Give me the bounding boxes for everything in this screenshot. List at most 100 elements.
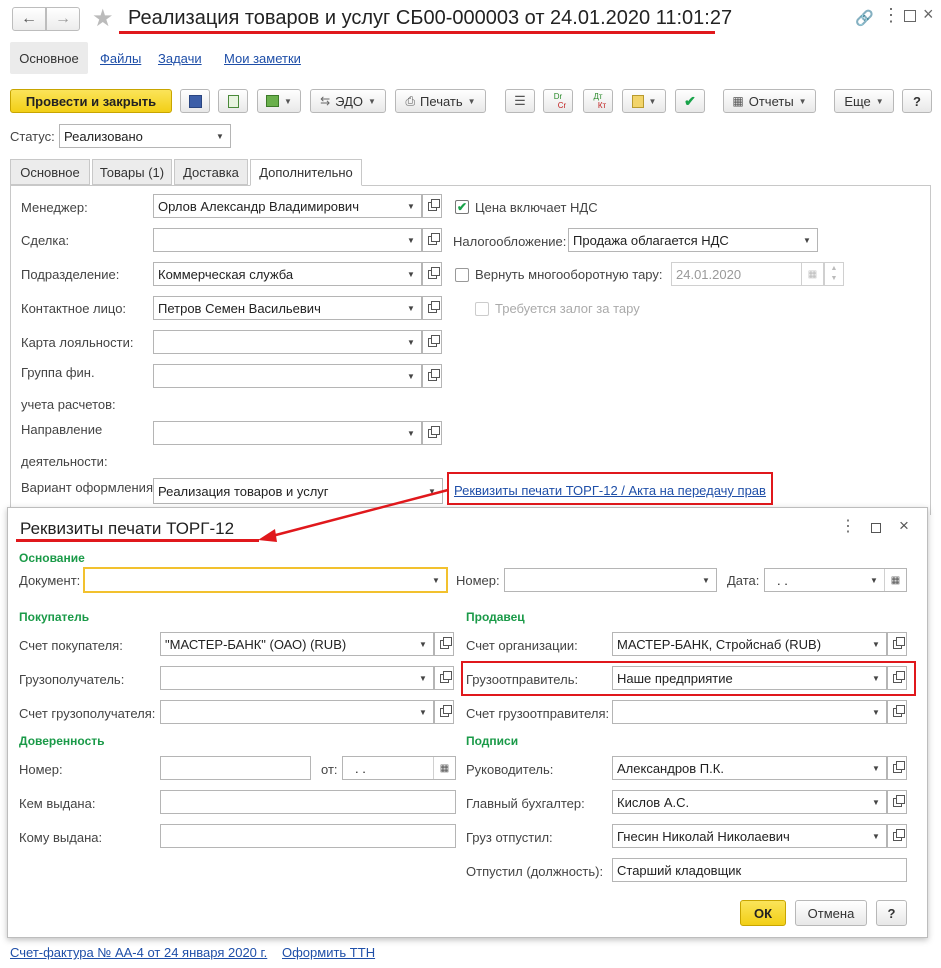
released-field[interactable]: Гнесин Николай Николаевич ▼ xyxy=(612,824,887,848)
doc-field[interactable]: ▼ xyxy=(83,567,448,593)
approve-button[interactable]: ✔ xyxy=(675,89,705,113)
torg-requisites-link[interactable]: Реквизиты печати ТОРГ-12 / Акта на перед… xyxy=(454,483,766,498)
contact-field[interactable]: Петров Семен Васильевич ▼ xyxy=(153,296,422,320)
calendar-icon[interactable]: ▦ xyxy=(433,757,455,779)
cancel-button[interactable]: Отмена xyxy=(795,900,867,926)
status-select[interactable]: Реализовано ▼ xyxy=(59,124,231,148)
head-open-button[interactable] xyxy=(887,756,907,780)
shipper-account-open-button[interactable] xyxy=(887,700,907,724)
kebab-menu-icon[interactable]: ⋮ xyxy=(882,5,900,26)
deposit-checkbox[interactable] xyxy=(475,302,489,316)
variant-select[interactable]: Реализация товаров и услуг ▼ xyxy=(153,478,443,504)
shipper-field[interactable]: Наше предприятие ▼ xyxy=(612,666,887,690)
issued-by-field[interactable] xyxy=(160,790,456,814)
dept-field[interactable]: Коммерческая служба ▼ xyxy=(153,262,422,286)
postings-button[interactable]: Дт Кт xyxy=(583,89,613,113)
dialog-kebab-icon[interactable]: ⋮ xyxy=(840,516,856,536)
post-button[interactable] xyxy=(218,89,248,113)
tab-main[interactable]: Основное xyxy=(10,159,90,185)
dt-kt-button[interactable]: Dr Cr xyxy=(543,89,573,113)
more-label: Еще xyxy=(844,93,871,109)
dialog-help-button[interactable]: ? xyxy=(876,900,907,926)
attachment-icon xyxy=(631,94,644,108)
link-icon[interactable]: 🔗 xyxy=(855,9,874,27)
tab-additional[interactable]: Дополнительно xyxy=(250,159,362,186)
org-account-open-button[interactable] xyxy=(887,632,907,656)
edo-button[interactable]: ⇆ ЭДО ▼ xyxy=(310,89,386,113)
attach-button[interactable]: ▼ xyxy=(622,89,666,113)
direction-field[interactable]: ▼ xyxy=(153,421,422,445)
issued-to-field[interactable] xyxy=(160,824,456,848)
save-button[interactable] xyxy=(180,89,210,113)
calendar-icon: ▦ xyxy=(801,263,823,285)
date-spinner[interactable]: ▲ ▼ xyxy=(824,262,844,286)
return-date-field[interactable]: 24.01.2020 ▦ xyxy=(671,262,824,286)
vat-included-checkbox[interactable]: ✔ xyxy=(455,200,469,214)
proxy-num-field[interactable] xyxy=(160,756,311,780)
return-tara-checkbox[interactable] xyxy=(455,268,469,282)
ttn-link[interactable]: Оформить ТТН xyxy=(282,945,375,960)
back-button[interactable]: ← xyxy=(12,7,46,31)
manager-field[interactable]: Орлов Александр Владимирович ▼ xyxy=(153,194,422,218)
more-button[interactable]: Еще ▼ xyxy=(834,89,894,113)
dept-open-button[interactable] xyxy=(422,262,442,286)
fin-group-field[interactable]: ▼ xyxy=(153,364,422,388)
maximize-icon[interactable] xyxy=(904,10,916,22)
position-field[interactable]: Старший кладовщик xyxy=(612,858,907,882)
date-field[interactable]: . . ▼ ▦ xyxy=(764,568,907,592)
ok-button[interactable]: ОК xyxy=(740,900,786,926)
fin-group-open-button[interactable] xyxy=(422,364,442,388)
consignee-account-field[interactable]: ▼ xyxy=(160,700,434,724)
open-icon xyxy=(427,425,440,438)
reports-button[interactable]: ▦ Отчеты ▼ xyxy=(723,89,816,113)
create-based-button[interactable]: ▼ xyxy=(257,89,301,113)
invoice-link[interactable]: Счет-фактура № АА-4 от 24 января 2020 г. xyxy=(10,945,267,960)
loyalty-open-button[interactable] xyxy=(422,330,442,354)
head-field[interactable]: Александров П.К. ▼ xyxy=(612,756,887,780)
consignee-field[interactable]: ▼ xyxy=(160,666,434,690)
released-open-button[interactable] xyxy=(887,824,907,848)
deal-field[interactable]: ▼ xyxy=(153,228,422,252)
shipper-account-field[interactable]: ▼ xyxy=(612,700,887,724)
manager-open-button[interactable] xyxy=(422,194,442,218)
proxy-date-field[interactable]: . . ▦ xyxy=(342,756,456,780)
close-icon[interactable]: × xyxy=(923,4,934,25)
open-icon xyxy=(427,198,440,211)
help-button[interactable]: ? xyxy=(902,89,932,113)
direction-open-button[interactable] xyxy=(422,421,442,445)
nav-tab-main[interactable]: Основное xyxy=(10,42,88,74)
accountant-field[interactable]: Кислов А.С. ▼ xyxy=(612,790,887,814)
tab-goods[interactable]: Товары (1) xyxy=(92,159,172,185)
shipper-open-button[interactable] xyxy=(887,666,907,690)
structure-button[interactable]: ☰ xyxy=(505,89,535,113)
dialog-close-icon[interactable]: × xyxy=(899,516,909,536)
tab-delivery[interactable]: Доставка xyxy=(174,159,248,185)
nav-tab-tasks[interactable]: Задачи xyxy=(158,51,202,66)
contact-open-button[interactable] xyxy=(422,296,442,320)
accountant-open-button[interactable] xyxy=(887,790,907,814)
consignee-open-button[interactable] xyxy=(434,666,454,690)
forward-button[interactable]: → xyxy=(46,7,80,31)
contact-label: Контактное лицо: xyxy=(21,301,127,316)
org-account-field[interactable]: МАСТЕР-БАНК, Стройснаб (RUB) ▼ xyxy=(612,632,887,656)
buyer-account-open-button[interactable] xyxy=(434,632,454,656)
post-close-button[interactable]: Провести и закрыть xyxy=(10,89,172,113)
nav-tab-notes[interactable]: Мои заметки xyxy=(224,51,301,66)
deal-label: Сделка: xyxy=(21,233,70,248)
head-label: Руководитель: xyxy=(466,762,554,777)
issued-by-label: Кем выдана: xyxy=(19,796,96,811)
open-icon xyxy=(427,334,440,347)
buyer-account-label: Счет покупателя: xyxy=(19,638,123,653)
edo-icon: ⇆ xyxy=(320,94,331,108)
deal-open-button[interactable] xyxy=(422,228,442,252)
nav-tab-files[interactable]: Файлы xyxy=(100,51,141,66)
buyer-account-field[interactable]: "МАСТЕР-БАНК" (ОАО) (RUB) ▼ xyxy=(160,632,434,656)
num-field[interactable]: ▼ xyxy=(504,568,717,592)
calendar-icon[interactable]: ▦ xyxy=(884,569,906,591)
tax-select[interactable]: Продажа облагается НДС ▼ xyxy=(568,228,818,252)
print-button[interactable]: ⎙ Печать ▼ xyxy=(395,89,486,113)
loyalty-field[interactable]: ▼ xyxy=(153,330,422,354)
consignee-account-open-button[interactable] xyxy=(434,700,454,724)
favorite-star-icon[interactable]: ★ xyxy=(92,4,114,33)
dialog-maximize-icon[interactable] xyxy=(871,523,881,533)
